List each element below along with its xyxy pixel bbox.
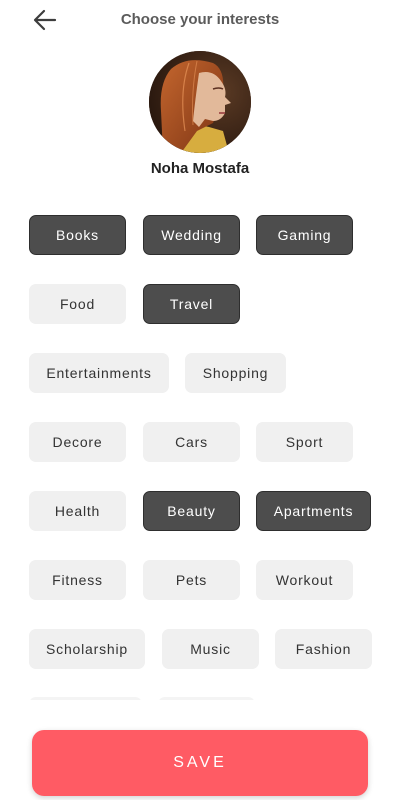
- chip-sport[interactable]: Sport: [256, 422, 353, 462]
- chip-workout[interactable]: Workout: [256, 560, 353, 600]
- chip-partial[interactable]: [29, 697, 142, 700]
- chip-music[interactable]: Music: [162, 629, 259, 669]
- chip-decore[interactable]: Decore: [29, 422, 126, 462]
- chip-gaming[interactable]: Gaming: [256, 215, 353, 255]
- chip-shopping[interactable]: Shopping: [185, 353, 286, 393]
- chip-travel[interactable]: Travel: [143, 284, 240, 324]
- save-button[interactable]: SAVE: [32, 730, 368, 796]
- avatar: [149, 51, 251, 153]
- chip-scholarship[interactable]: Scholarship: [29, 629, 145, 669]
- chip-fashion[interactable]: Fashion: [275, 629, 372, 669]
- profile-photo: [149, 51, 251, 153]
- chip-fitness[interactable]: Fitness: [29, 560, 126, 600]
- chip-pets[interactable]: Pets: [143, 560, 240, 600]
- chip-entertainments[interactable]: Entertainments: [29, 353, 169, 393]
- interests-list: Books Wedding Gaming Food Travel Enterta…: [0, 200, 400, 700]
- header: Choose your interests: [0, 0, 400, 40]
- chip-beauty[interactable]: Beauty: [143, 491, 240, 531]
- user-name: Noha Mostafa: [150, 160, 250, 177]
- chip-cars[interactable]: Cars: [143, 422, 240, 462]
- chip-apartments[interactable]: Apartments: [256, 491, 371, 531]
- chip-health[interactable]: Health: [29, 491, 126, 531]
- chip-wedding[interactable]: Wedding: [143, 215, 240, 255]
- chip-partial[interactable]: [158, 697, 255, 700]
- chip-books[interactable]: Books: [29, 215, 126, 255]
- page-title: Choose your interests: [120, 11, 280, 28]
- chip-food[interactable]: Food: [29, 284, 126, 324]
